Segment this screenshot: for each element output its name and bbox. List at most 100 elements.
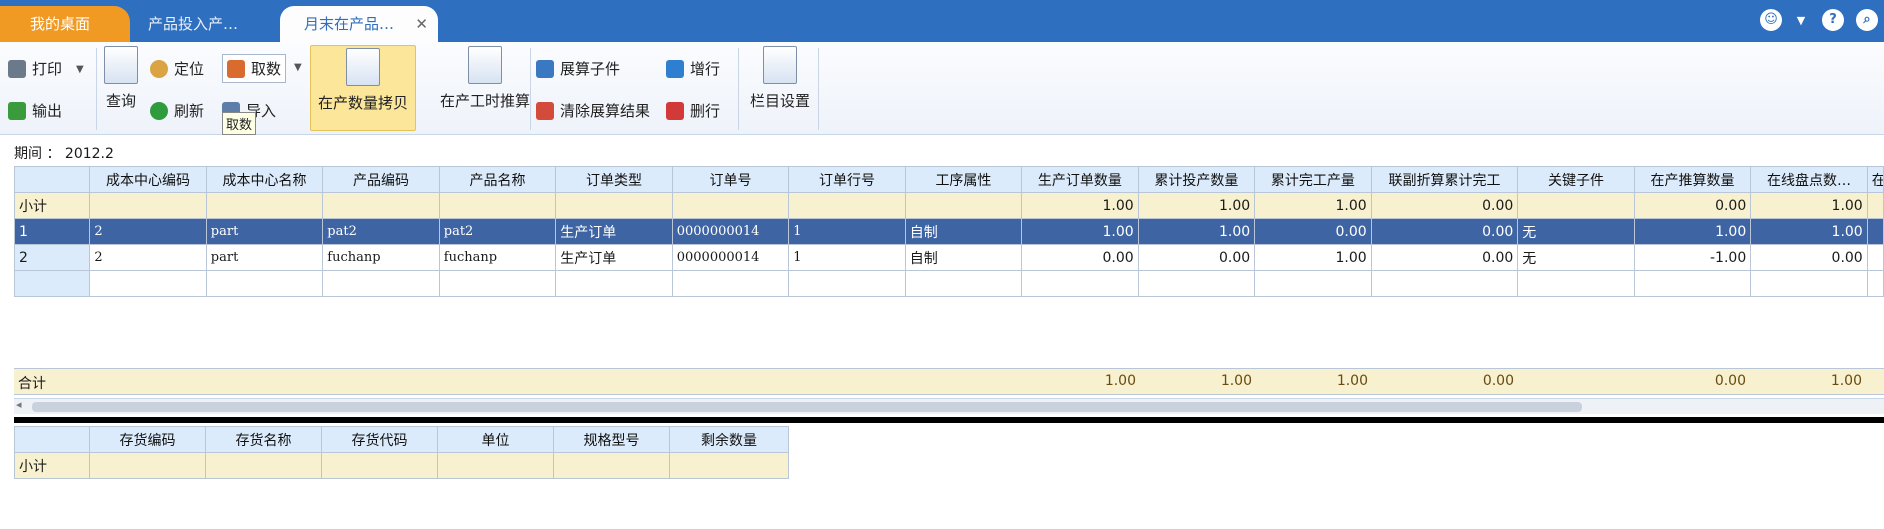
cell[interactable]: fuchanp <box>322 244 440 271</box>
cell[interactable]: 生产订单 <box>555 244 673 271</box>
horizontal-scrollbar[interactable]: ◂ <box>14 398 1884 414</box>
cell[interactable]: 0.00 <box>1370 192 1519 219</box>
cell[interactable] <box>89 192 207 219</box>
cell[interactable]: 0.00 <box>1633 192 1752 219</box>
print-button[interactable]: 打印 <box>8 58 62 79</box>
col-header[interactable]: 成本中心名称 <box>205 166 324 193</box>
cell[interactable]: part <box>205 218 324 245</box>
cell[interactable] <box>1633 270 1752 297</box>
cell[interactable] <box>904 192 1023 219</box>
cell[interactable] <box>904 270 1023 297</box>
cell[interactable] <box>1254 270 1372 297</box>
col-header[interactable]: 关键子件 <box>1517 166 1635 193</box>
col-header[interactable]: 剩余数量 <box>669 426 789 453</box>
cell[interactable] <box>205 452 322 479</box>
user-face-icon[interactable]: ☺ <box>1760 9 1782 31</box>
col-header[interactable]: 成本中心编码 <box>89 166 207 193</box>
cell[interactable]: 1.00 <box>1750 192 1868 219</box>
scrollbar-thumb[interactable] <box>32 402 1582 412</box>
cell[interactable]: pat2 <box>322 218 440 245</box>
cell[interactable]: 1.00 <box>1137 192 1256 219</box>
cell[interactable]: 1.00 <box>1254 244 1372 271</box>
cell[interactable] <box>1370 270 1519 297</box>
col-header[interactable]: 联副折算累计完工 <box>1370 166 1519 193</box>
cell[interactable]: -1.00 <box>1633 244 1752 271</box>
cell[interactable] <box>1517 192 1635 219</box>
cell[interactable]: 1.00 <box>1254 192 1372 219</box>
help-icon[interactable]: ? <box>1822 9 1844 31</box>
corner-header[interactable] <box>13 166 91 193</box>
col-header[interactable]: 累计投产数量 <box>1137 166 1256 193</box>
wip-hours-estimate-button[interactable]: 在产工时推算 <box>424 46 546 111</box>
cell[interactable] <box>1021 270 1139 297</box>
cell[interactable]: 无 <box>1517 218 1635 245</box>
col-header[interactable]: 规格型号 <box>553 426 670 453</box>
col-header[interactable]: 在产推算数量 <box>1633 166 1752 193</box>
cell[interactable]: 1.00 <box>1137 218 1256 245</box>
cell[interactable] <box>205 192 324 219</box>
col-header[interactable]: 产品编码 <box>322 166 440 193</box>
col-header[interactable]: 存货名称 <box>205 426 322 453</box>
cell[interactable]: 2 <box>89 218 207 245</box>
cell[interactable] <box>553 452 670 479</box>
take-button[interactable]: 取数 <box>222 54 287 83</box>
cell[interactable]: 0000000014 <box>671 244 790 271</box>
cell[interactable]: part <box>205 244 324 271</box>
cell[interactable]: 无 <box>1517 244 1635 271</box>
row-header[interactable]: 2 <box>13 244 91 271</box>
table-row[interactable]: 2 2 part fuchanp fuchanp 生产订单 0000000014… <box>13 244 1884 271</box>
cell[interactable] <box>555 270 673 297</box>
refresh-button[interactable]: 刷新 <box>150 100 204 121</box>
cell[interactable] <box>1866 244 1884 271</box>
cell[interactable] <box>1750 270 1868 297</box>
cell[interactable]: 0.00 <box>1370 218 1519 245</box>
cell[interactable]: 0.00 <box>1370 244 1519 271</box>
empty-row[interactable] <box>13 270 1884 297</box>
cell[interactable] <box>671 270 790 297</box>
col-header[interactable]: 生产订单数量 <box>1021 166 1139 193</box>
cell[interactable]: 1.00 <box>1021 218 1139 245</box>
col-header[interactable]: 订单类型 <box>555 166 673 193</box>
col-header[interactable]: 订单行号 <box>788 166 906 193</box>
clear-expand-button[interactable]: 清除展算结果 <box>536 100 650 121</box>
col-header[interactable]: 单位 <box>437 426 554 453</box>
col-header[interactable]: 在 <box>1866 166 1884 193</box>
cell[interactable] <box>788 192 906 219</box>
column-settings-button[interactable]: 栏目设置 <box>742 46 818 111</box>
table-row[interactable]: 1 2 part pat2 pat2 生产订单 0000000014 1 自制 … <box>13 218 1884 245</box>
cell[interactable] <box>1517 270 1635 297</box>
corner-header[interactable] <box>14 426 90 453</box>
cell[interactable] <box>322 270 440 297</box>
cell[interactable] <box>89 452 206 479</box>
close-icon[interactable]: ✕ <box>415 6 428 42</box>
cell[interactable]: 0.00 <box>1254 218 1372 245</box>
cell[interactable] <box>1866 192 1884 219</box>
cell[interactable] <box>555 192 673 219</box>
cell[interactable]: 0000000014 <box>671 218 790 245</box>
take-dropdown-icon[interactable]: ▼ <box>294 62 302 73</box>
cell[interactable]: 0.00 <box>1021 244 1139 271</box>
cell[interactable]: 1.00 <box>1750 218 1868 245</box>
delete-row-button[interactable]: 删行 <box>666 100 720 121</box>
cell[interactable] <box>669 452 789 479</box>
col-header[interactable]: 产品名称 <box>438 166 557 193</box>
cell[interactable] <box>1866 218 1884 245</box>
print-dropdown-icon[interactable]: ▼ <box>76 64 84 75</box>
export-button[interactable]: 输出 <box>8 100 62 121</box>
cell[interactable] <box>671 192 790 219</box>
col-header[interactable]: 工序属性 <box>904 166 1023 193</box>
tab-my-desktop[interactable]: 我的桌面 <box>0 6 130 42</box>
cell[interactable]: 生产订单 <box>555 218 673 245</box>
cell[interactable] <box>438 192 557 219</box>
tab-product-input-output[interactable]: 产品投入产… <box>132 6 278 42</box>
cell[interactable] <box>1866 270 1884 297</box>
cell[interactable]: 1.00 <box>1021 192 1139 219</box>
chevron-down-icon[interactable]: ▼ <box>1794 8 1808 34</box>
cell[interactable]: 1 <box>788 218 906 245</box>
cell[interactable] <box>89 270 207 297</box>
cell[interactable] <box>788 270 906 297</box>
cell[interactable]: 0.00 <box>1750 244 1868 271</box>
cell[interactable] <box>321 452 438 479</box>
cell[interactable] <box>322 192 440 219</box>
cell[interactable]: 自制 <box>904 218 1023 245</box>
